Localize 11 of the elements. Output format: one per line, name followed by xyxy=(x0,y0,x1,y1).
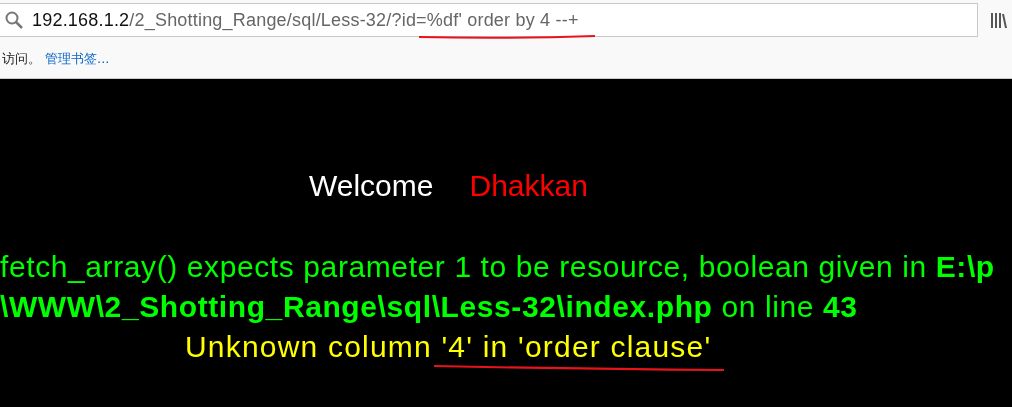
search-icon xyxy=(4,10,24,30)
library-icon[interactable] xyxy=(990,11,1007,29)
url-text: 192.168.1.2/2_Shotting_Range/sql/Less-32/?id=%df' order by 4 --+ xyxy=(32,9,579,31)
error-message: Unknown column '4' in 'order clause' xyxy=(185,330,712,363)
welcome-text: Welcome xyxy=(309,169,434,204)
warning-text: \WWW\2_Shotting_Range\sql\Less-32\index.php on line 43 xyxy=(0,289,859,325)
bookmarks-hint: 访问。 xyxy=(2,50,41,68)
warning-text: fetch_array() expects parameter 1 to be resource, boolean given in E:\p xyxy=(0,249,996,285)
address-field[interactable]: 192.168.1.2/2_Shotting_Range/sql/Less-32/?id=%df' order by 4 --+ xyxy=(0,3,978,37)
user-name: Dhakkan xyxy=(469,169,588,204)
manage-bookmarks-link[interactable]: 管理书签... xyxy=(45,50,110,68)
